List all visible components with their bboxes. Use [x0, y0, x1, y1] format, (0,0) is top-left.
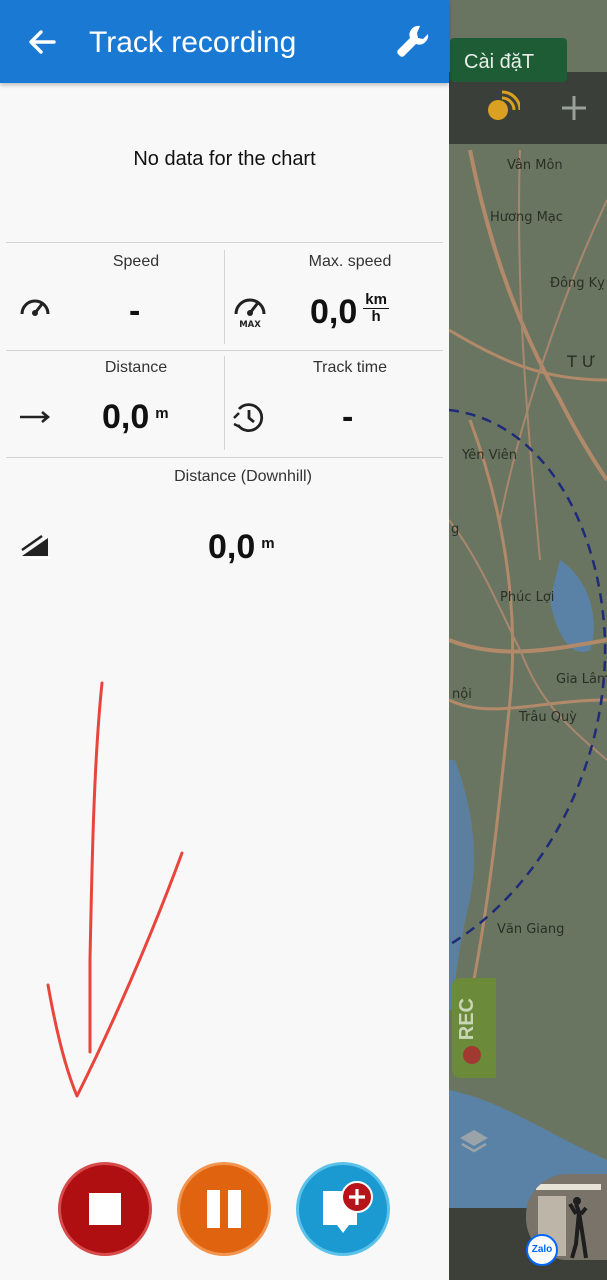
- stat-unit: m: [155, 405, 169, 422]
- stat-value: -: [342, 398, 354, 436]
- gps-signal-icon[interactable]: [480, 88, 522, 128]
- layers-icon[interactable]: [458, 1128, 490, 1156]
- zalo-badge[interactable]: Zalo: [526, 1234, 558, 1266]
- add-waypoint-icon: [323, 1181, 373, 1233]
- max-speed-icon: MAX: [232, 292, 268, 330]
- recording-indicator-dot: [463, 1046, 481, 1064]
- map-place-label: Đông Kỵ: [550, 276, 605, 291]
- unit-numerator: km: [363, 291, 389, 309]
- map-place-label: Yên Viên: [462, 448, 518, 463]
- stat-label: Max. speed: [308, 253, 392, 270]
- divider: [224, 356, 225, 450]
- speedometer-icon: [18, 290, 52, 324]
- divider: [6, 350, 443, 351]
- max-badge-text: MAX: [239, 320, 261, 330]
- divider: [6, 242, 443, 243]
- map-place-label: T Ư: [567, 352, 596, 371]
- back-arrow-icon[interactable]: [22, 22, 62, 62]
- divider: [224, 250, 225, 344]
- stat-number: 0,0: [310, 293, 358, 331]
- rec-tab-label: REC: [456, 998, 478, 1041]
- chart-empty-message: No data for the chart: [133, 148, 316, 170]
- map-place-label: Văn Giang: [497, 922, 565, 937]
- track-time-icon: [232, 400, 266, 434]
- stat-value: 0,0 km h: [310, 292, 389, 332]
- unit-denominator: h: [371, 308, 381, 325]
- stat-label: Distance (Downhill): [174, 468, 312, 485]
- stat-number: 0,0: [208, 528, 256, 566]
- downhill-icon: [20, 530, 54, 564]
- stat-unit: km h: [363, 292, 389, 325]
- map-place-label: Vân Môn: [507, 158, 563, 173]
- add-waypoint-button[interactable]: [296, 1162, 390, 1256]
- map-place-label: Trâu Quỳ: [519, 710, 577, 725]
- map-settings-chip[interactable]: Cài đặT: [450, 38, 567, 82]
- stat-label: Speed: [112, 253, 160, 270]
- stat-label: Distance: [104, 359, 168, 376]
- stat-number: 0,0: [102, 398, 150, 436]
- divider: [6, 457, 443, 458]
- stat-label: Track time: [312, 359, 388, 376]
- stat-unit: m: [261, 535, 275, 552]
- map-place-label: Hương Mạc: [490, 210, 563, 225]
- zoom-in-icon[interactable]: [554, 88, 594, 128]
- map-place-label: Gia Lâm: [556, 672, 607, 687]
- arrow-right-icon: [18, 400, 52, 434]
- pause-icon: [207, 1190, 241, 1228]
- map-place-label: Phúc Lợi: [500, 590, 555, 605]
- pause-recording-button[interactable]: [177, 1162, 271, 1256]
- map-place-label: g: [451, 522, 460, 537]
- stat-value: 0,0 m: [208, 528, 275, 567]
- stop-icon: [89, 1193, 121, 1225]
- page-title: Track recording: [89, 26, 297, 59]
- map-place-label: nội: [452, 687, 472, 702]
- annotation-arrow: [46, 681, 184, 1098]
- stat-value: 0,0 m: [102, 398, 169, 437]
- wrench-icon[interactable]: [392, 20, 434, 62]
- stop-recording-button[interactable]: [58, 1162, 152, 1256]
- track-recording-panel: Track recording No data for the chart Sp…: [0, 0, 449, 1280]
- app-bar: Track recording: [0, 0, 449, 83]
- stat-value: -: [129, 292, 141, 330]
